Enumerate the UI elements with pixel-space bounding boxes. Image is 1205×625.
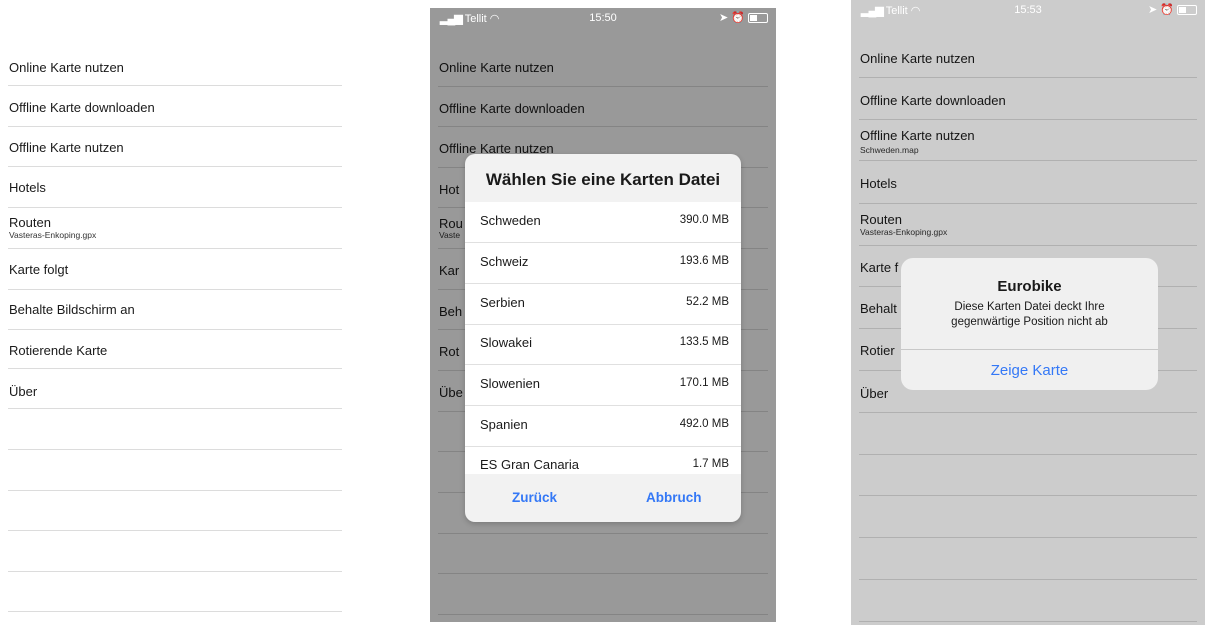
menu-item-keep-screen-on[interactable]: Behalte Bildschirm an: [8, 290, 342, 330]
map-file-item[interactable]: Schweiz 193.6 MB: [465, 243, 741, 284]
menu-item-label: Hotels: [9, 180, 46, 195]
map-file-picker-dialog: Wählen Sie eine Karten Datei Schweden 390…: [465, 154, 741, 522]
location-arrow-icon: ➤: [719, 12, 729, 24]
empty-row: [8, 409, 342, 450]
menu-item-routes[interactable]: Routen Vasteras-Enkoping.gpx: [8, 208, 342, 249]
screen-menu: Online Karte nutzen Offline Karte downlo…: [0, 0, 350, 625]
map-file-size: 170.1 MB: [679, 377, 729, 389]
status-bar: ▂▄▆ Tellit ◠ 15:50 ➤ ⏰: [430, 8, 776, 28]
map-file-item[interactable]: Slowakei 133.5 MB: [465, 324, 741, 365]
battery-icon: [748, 13, 768, 24]
map-file-name: ES Gran Canaria: [480, 457, 579, 472]
alert-title: Eurobike: [997, 278, 1062, 295]
menu-item-label: Offline Karte downloaden: [9, 100, 155, 115]
empty-row: [8, 450, 342, 491]
alert-message: Diese Karten Datei deckt Ihre gegenwärti…: [911, 300, 1148, 330]
empty-row: [8, 531, 342, 572]
menu-item-offline-download[interactable]: Offline Karte downloaden: [8, 86, 342, 127]
menu-item-label: Über: [9, 384, 38, 399]
alert-message-line: Diese Karten Datei deckt Ihre: [954, 301, 1105, 313]
map-file-item[interactable]: Slowenien 170.1 MB: [465, 365, 741, 406]
map-file-name: Slowakei: [480, 335, 533, 350]
empty-row: [8, 572, 342, 612]
back-button[interactable]: Zurück: [512, 490, 557, 505]
map-file-size: 193.6 MB: [679, 255, 729, 267]
alert-separator: [901, 349, 1158, 350]
map-file-size: 1.7 MB: [692, 458, 729, 470]
menu-item-offline-use[interactable]: Offline Karte nutzen: [8, 127, 342, 167]
status-bar: ▂▄▆ Tellit ◠ 15:53 ➤ ⏰: [851, 0, 1205, 20]
menu-item-label: Routen: [9, 215, 51, 230]
screen-map-alert: ▂▄▆ Tellit ◠ 15:53 ➤ ⏰ Online Karte nutze…: [851, 0, 1205, 625]
menu-item-label: Online Karte nutzen: [9, 60, 124, 75]
show-map-button[interactable]: Zeige Karte: [901, 362, 1158, 379]
map-file-size: 133.5 MB: [679, 336, 729, 348]
alert-message-line: gegenwärtige Position nicht ab: [951, 316, 1108, 328]
battery-icon: [1177, 5, 1197, 16]
alert-dialog: Eurobike Diese Karten Datei deckt Ihre g…: [901, 258, 1158, 390]
map-file-name: Slowenien: [480, 376, 540, 391]
cancel-button[interactable]: Abbruch: [646, 490, 702, 505]
map-file-name: Schweden: [480, 213, 541, 228]
map-file-name: Spanien: [480, 417, 528, 432]
map-file-size: 492.0 MB: [679, 418, 729, 430]
menu-item-hotels[interactable]: Hotels: [8, 167, 342, 208]
map-file-item[interactable]: Spanien 492.0 MB: [465, 406, 741, 447]
menu-item-label: Offline Karte nutzen: [9, 140, 124, 155]
map-file-item[interactable]: Schweden 390.0 MB: [465, 202, 741, 243]
alarm-icon: ⏰: [1160, 4, 1174, 16]
menu-item-online-map[interactable]: Online Karte nutzen: [8, 45, 342, 86]
picker-buttons: Zurück Abbruch: [465, 474, 741, 522]
menu-item-label: Behalte Bildschirm an: [9, 302, 135, 317]
map-file-name: Serbien: [480, 295, 525, 310]
map-file-list[interactable]: Schweden 390.0 MB Schweiz 193.6 MB Serbien…: [465, 202, 741, 474]
menu-item-map-follows[interactable]: Karte folgt: [8, 249, 342, 290]
map-file-size: 52.2 MB: [686, 296, 729, 308]
map-file-name: Schweiz: [480, 254, 529, 269]
map-file-size: 390.0 MB: [679, 214, 729, 226]
alarm-icon: ⏰: [731, 12, 745, 24]
picker-title: Wählen Sie eine Karten Datei: [485, 170, 721, 189]
screen-map-picker: ▂▄▆ Tellit ◠ 15:50 ➤ ⏰ Online Karte nutze…: [430, 8, 776, 622]
menu-item-rotating-map[interactable]: Rotierende Karte: [8, 330, 342, 369]
menu-item-about[interactable]: Über: [8, 369, 342, 409]
location-arrow-icon: ➤: [1148, 4, 1158, 16]
menu-item-label: Karte folgt: [9, 262, 69, 277]
empty-row: [8, 491, 342, 531]
map-file-item[interactable]: Serbien 52.2 MB: [465, 284, 741, 325]
menu-item-label: Rotierende Karte: [9, 343, 108, 358]
menu-item-sub: Vasteras-Enkoping.gpx: [9, 230, 97, 240]
